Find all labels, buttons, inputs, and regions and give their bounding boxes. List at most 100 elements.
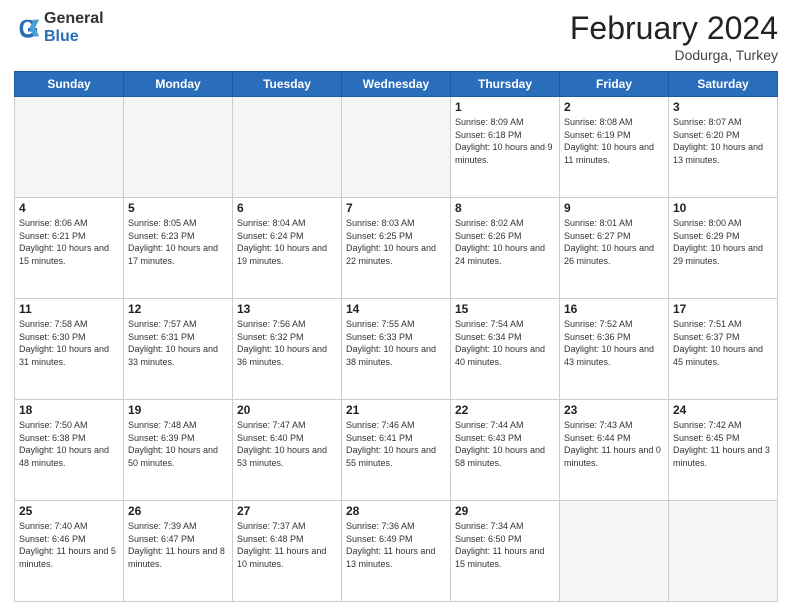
calendar-cell: 2Sunrise: 8:08 AM Sunset: 6:19 PM Daylig… xyxy=(560,97,669,198)
calendar-cell: 15 Sunrise: 7:54 AM Sunset: 6:34 PM Dayli… xyxy=(451,299,560,400)
calendar-cell xyxy=(233,97,342,198)
calendar-cell: 1 Sunrise: 8:09 AM Sunset: 6:18 PM Daylig… xyxy=(451,97,560,198)
day-number: 27 xyxy=(237,504,337,518)
header-tuesday: Tuesday xyxy=(233,72,342,97)
calendar-cell xyxy=(669,501,778,602)
day-number: 29 xyxy=(455,504,555,518)
day-info: Sunrise: 7:40 AM Sunset: 6:46 PM Dayligh… xyxy=(19,520,119,570)
day-info: Sunrise: 7:36 AM Sunset: 6:49 PM Dayligh… xyxy=(346,520,446,570)
day-number: 9 xyxy=(564,201,664,215)
logo-blue: Blue xyxy=(44,28,104,46)
day-number: 4 xyxy=(19,201,119,215)
day-number: 24 xyxy=(673,403,773,417)
calendar-cell xyxy=(342,97,451,198)
day-info: Sunrise: 7:46 AM Sunset: 6:41 PM Dayligh… xyxy=(346,419,446,469)
header: General Blue February 2024 Dodurga, Turk… xyxy=(14,10,778,63)
day-number: 3 xyxy=(673,100,773,114)
calendar-header-row: Sunday Monday Tuesday Wednesday Thursday… xyxy=(15,72,778,97)
day-info: Sunrise: 8:00 AM Sunset: 6:29 PM Dayligh… xyxy=(673,217,773,267)
day-number: 17 xyxy=(673,302,773,316)
calendar-table: Sunday Monday Tuesday Wednesday Thursday… xyxy=(14,71,778,602)
header-friday: Friday xyxy=(560,72,669,97)
calendar-cell: 13 Sunrise: 7:56 AM Sunset: 6:32 PM Dayli… xyxy=(233,299,342,400)
day-info: Sunrise: 7:34 AM Sunset: 6:50 PM Dayligh… xyxy=(455,520,555,570)
calendar-cell xyxy=(15,97,124,198)
day-number: 10 xyxy=(673,201,773,215)
day-info: Sunrise: 7:37 AM Sunset: 6:48 PM Dayligh… xyxy=(237,520,337,570)
day-number: 26 xyxy=(128,504,228,518)
day-number: 5 xyxy=(128,201,228,215)
calendar-cell: 4 Sunrise: 8:06 AM Sunset: 6:21 PM Daylig… xyxy=(15,198,124,299)
calendar-cell: 26 Sunrise: 7:39 AM Sunset: 6:47 PM Dayli… xyxy=(124,501,233,602)
day-number: 21 xyxy=(346,403,446,417)
day-info: Sunrise: 8:05 AM Sunset: 6:23 PM Dayligh… xyxy=(128,217,228,267)
calendar-cell: 11 Sunrise: 7:58 AM Sunset: 6:30 PM Dayli… xyxy=(15,299,124,400)
calendar-cell: 10 Sunrise: 8:00 AM Sunset: 6:29 PM Dayli… xyxy=(669,198,778,299)
day-number: 14 xyxy=(346,302,446,316)
day-number: 22 xyxy=(455,403,555,417)
page: General Blue February 2024 Dodurga, Turk… xyxy=(0,0,792,612)
calendar-week-row: 18Sunrise: 7:50 AM Sunset: 6:38 PM Dayli… xyxy=(15,400,778,501)
day-info: Sunrise: 8:09 AM Sunset: 6:18 PM Dayligh… xyxy=(455,116,555,166)
calendar-location: Dodurga, Turkey xyxy=(570,47,778,63)
header-wednesday: Wednesday xyxy=(342,72,451,97)
day-info: Sunrise: 7:56 AM Sunset: 6:32 PM Dayligh… xyxy=(237,318,337,368)
day-info: Sunrise: 8:07 AM Sunset: 6:20 PM Dayligh… xyxy=(673,116,773,166)
day-number: 6 xyxy=(237,201,337,215)
calendar-week-row: 11 Sunrise: 7:58 AM Sunset: 6:30 PM Dayli… xyxy=(15,299,778,400)
day-info: Sunrise: 8:06 AM Sunset: 6:21 PM Dayligh… xyxy=(19,217,119,267)
calendar-cell: 28Sunrise: 7:36 AM Sunset: 6:49 PM Dayli… xyxy=(342,501,451,602)
calendar-title: February 2024 xyxy=(570,10,778,47)
day-number: 15 xyxy=(455,302,555,316)
day-number: 12 xyxy=(128,302,228,316)
logo-text: General Blue xyxy=(44,10,104,45)
day-info: Sunrise: 7:44 AM Sunset: 6:43 PM Dayligh… xyxy=(455,419,555,469)
calendar-cell: 17Sunrise: 7:51 AM Sunset: 6:37 PM Dayli… xyxy=(669,299,778,400)
calendar-cell: 23Sunrise: 7:43 AM Sunset: 6:44 PM Dayli… xyxy=(560,400,669,501)
calendar-cell: 12Sunrise: 7:57 AM Sunset: 6:31 PM Dayli… xyxy=(124,299,233,400)
calendar-week-row: 1 Sunrise: 8:09 AM Sunset: 6:18 PM Daylig… xyxy=(15,97,778,198)
day-number: 16 xyxy=(564,302,664,316)
calendar-cell: 5 Sunrise: 8:05 AM Sunset: 6:23 PM Daylig… xyxy=(124,198,233,299)
day-number: 8 xyxy=(455,201,555,215)
calendar-cell: 3 Sunrise: 8:07 AM Sunset: 6:20 PM Daylig… xyxy=(669,97,778,198)
calendar-cell: 9 Sunrise: 8:01 AM Sunset: 6:27 PM Daylig… xyxy=(560,198,669,299)
calendar-cell: 29 Sunrise: 7:34 AM Sunset: 6:50 PM Dayli… xyxy=(451,501,560,602)
day-info: Sunrise: 7:39 AM Sunset: 6:47 PM Dayligh… xyxy=(128,520,228,570)
day-number: 13 xyxy=(237,302,337,316)
logo: General Blue xyxy=(14,10,104,45)
day-number: 25 xyxy=(19,504,119,518)
calendar-cell: 14 Sunrise: 7:55 AM Sunset: 6:33 PM Dayli… xyxy=(342,299,451,400)
calendar-week-row: 4 Sunrise: 8:06 AM Sunset: 6:21 PM Daylig… xyxy=(15,198,778,299)
logo-general: General xyxy=(44,10,104,28)
day-info: Sunrise: 7:42 AM Sunset: 6:45 PM Dayligh… xyxy=(673,419,773,469)
calendar-cell: 6 Sunrise: 8:04 AM Sunset: 6:24 PM Daylig… xyxy=(233,198,342,299)
day-info: Sunrise: 7:55 AM Sunset: 6:33 PM Dayligh… xyxy=(346,318,446,368)
header-saturday: Saturday xyxy=(669,72,778,97)
day-info: Sunrise: 8:03 AM Sunset: 6:25 PM Dayligh… xyxy=(346,217,446,267)
day-number: 11 xyxy=(19,302,119,316)
header-thursday: Thursday xyxy=(451,72,560,97)
calendar-cell: 22 Sunrise: 7:44 AM Sunset: 6:43 PM Dayli… xyxy=(451,400,560,501)
calendar-cell: 16Sunrise: 7:52 AM Sunset: 6:36 PM Dayli… xyxy=(560,299,669,400)
day-info: Sunrise: 8:02 AM Sunset: 6:26 PM Dayligh… xyxy=(455,217,555,267)
header-monday: Monday xyxy=(124,72,233,97)
calendar-cell: 27 Sunrise: 7:37 AM Sunset: 6:48 PM Dayli… xyxy=(233,501,342,602)
day-number: 18 xyxy=(19,403,119,417)
calendar-cell: 7Sunrise: 8:03 AM Sunset: 6:25 PM Daylig… xyxy=(342,198,451,299)
calendar-cell: 20Sunrise: 7:47 AM Sunset: 6:40 PM Dayli… xyxy=(233,400,342,501)
calendar-cell: 25 Sunrise: 7:40 AM Sunset: 6:46 PM Dayli… xyxy=(15,501,124,602)
calendar-week-row: 25 Sunrise: 7:40 AM Sunset: 6:46 PM Dayli… xyxy=(15,501,778,602)
calendar-cell: 24 Sunrise: 7:42 AM Sunset: 6:45 PM Dayli… xyxy=(669,400,778,501)
calendar-cell: 18Sunrise: 7:50 AM Sunset: 6:38 PM Dayli… xyxy=(15,400,124,501)
day-info: Sunrise: 8:01 AM Sunset: 6:27 PM Dayligh… xyxy=(564,217,664,267)
day-info: Sunrise: 7:58 AM Sunset: 6:30 PM Dayligh… xyxy=(19,318,119,368)
day-number: 20 xyxy=(237,403,337,417)
day-info: Sunrise: 8:04 AM Sunset: 6:24 PM Dayligh… xyxy=(237,217,337,267)
title-block: February 2024 Dodurga, Turkey xyxy=(570,10,778,63)
header-sunday: Sunday xyxy=(15,72,124,97)
day-number: 1 xyxy=(455,100,555,114)
day-info: Sunrise: 7:54 AM Sunset: 6:34 PM Dayligh… xyxy=(455,318,555,368)
day-number: 2 xyxy=(564,100,664,114)
calendar-cell: 8 Sunrise: 8:02 AM Sunset: 6:26 PM Daylig… xyxy=(451,198,560,299)
